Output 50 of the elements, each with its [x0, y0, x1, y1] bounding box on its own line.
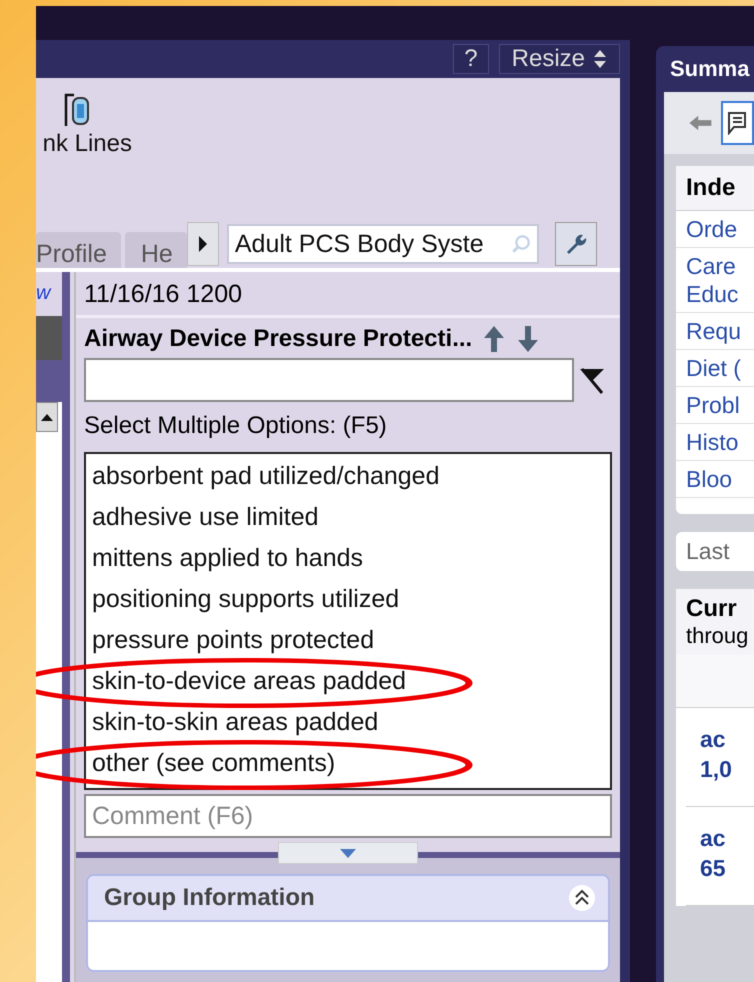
- group-title: Group Information: [104, 884, 315, 912]
- tab[interactable]: He: [124, 232, 187, 268]
- tab[interactable]: Summa: [656, 46, 754, 86]
- search-field[interactable]: Adult PCS Body Syste: [226, 224, 539, 264]
- resize-button[interactable]: Resize: [498, 44, 620, 74]
- option-item[interactable]: mittens applied to hands: [92, 538, 604, 579]
- medication-entry[interactable]: ac 1,0: [686, 708, 754, 807]
- index-link[interactable]: Diet (: [676, 350, 754, 387]
- option-item[interactable]: absorbent pad utilized/changed: [92, 456, 604, 497]
- last-field: Last: [676, 532, 754, 571]
- index-link[interactable]: Histo: [676, 424, 754, 461]
- option-item[interactable]: other (see comments): [92, 743, 604, 784]
- card-title: Curr: [686, 595, 738, 623]
- tab[interactable]: Profile: [36, 232, 121, 268]
- document-icon: [726, 111, 748, 135]
- timestamp: 11/16/16 1200: [76, 272, 620, 318]
- option-item[interactable]: skin-to-device areas padded: [92, 661, 604, 702]
- scroll-up-button[interactable]: [36, 402, 58, 432]
- option-item[interactable]: adhesive use limited: [92, 497, 604, 538]
- option-item[interactable]: positioning supports utilized: [92, 579, 604, 620]
- instruction-text: Select Multiple Options: (F5): [84, 412, 388, 440]
- group-header[interactable]: Group Information: [88, 876, 608, 922]
- comment-field[interactable]: Comment (F6): [84, 794, 612, 838]
- option-item[interactable]: pressure points protected: [92, 620, 604, 661]
- form-title: Airway Device Pressure Protecti...: [84, 325, 472, 353]
- sort-arrows-icon: [593, 49, 607, 69]
- arrow-up-icon[interactable]: [482, 324, 506, 354]
- index-link[interactable]: Bloo: [676, 461, 754, 498]
- index-link[interactable]: Care Educ: [676, 248, 754, 313]
- collapse-icon[interactable]: [568, 884, 596, 912]
- iv-bag-icon: [62, 92, 92, 128]
- tab-scroll-button[interactable]: [186, 222, 219, 266]
- link-lines-button[interactable]: nk Lines: [36, 92, 132, 158]
- selected-row: [36, 316, 62, 360]
- input-field[interactable]: [84, 358, 574, 402]
- index-link[interactable]: Orde: [676, 211, 754, 248]
- index-link[interactable]: Probl: [676, 387, 754, 424]
- up-triangle-icon: [41, 413, 53, 421]
- arrow-down-icon[interactable]: [516, 324, 540, 354]
- expand-button[interactable]: [278, 842, 418, 864]
- side-link[interactable]: w: [36, 272, 62, 316]
- index-link[interactable]: Requ: [676, 313, 754, 350]
- notes-button[interactable]: [720, 101, 754, 145]
- settings-button[interactable]: [554, 222, 597, 266]
- option-item[interactable]: skin-to-skin areas padded: [92, 702, 604, 743]
- flag-icon[interactable]: [578, 365, 606, 395]
- right-triangle-icon: [198, 235, 208, 253]
- card-title: Inde: [676, 166, 754, 211]
- help-button[interactable]: ?: [453, 44, 489, 74]
- medication-entry[interactable]: ac 65: [686, 807, 754, 906]
